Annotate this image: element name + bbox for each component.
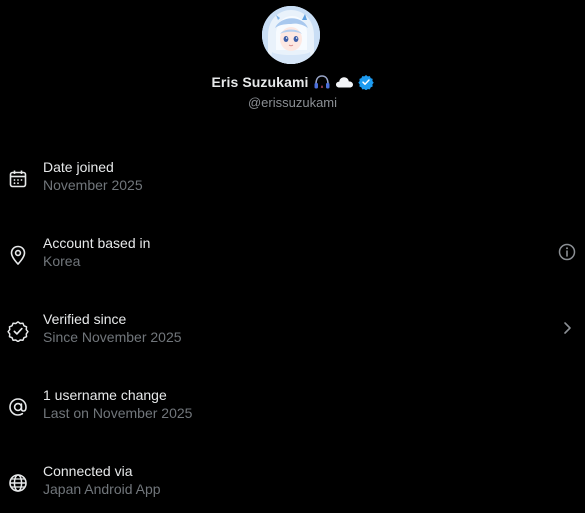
info-row-date-joined: Date joined November 2025 [0,159,585,209]
row-title: Connected via [43,463,133,479]
verified-check-icon [7,320,29,342]
row-subtitle: Japan Android App [43,481,161,497]
info-row-account-based-in: Account based in Korea [0,235,585,285]
headphones-emoji-icon [313,74,331,90]
row-title: Verified since [43,311,127,327]
location-pin-icon [7,244,29,266]
info-row-verified-since[interactable]: Verified since Since November 2025 [0,311,585,361]
row-subtitle: Last on November 2025 [43,405,193,421]
info-icon[interactable] [557,242,577,262]
name-row: Eris Suzukami [0,72,585,92]
info-row-username-change: 1 username change Last on November 2025 [0,387,585,437]
avatar[interactable] [262,6,320,64]
row-title: 1 username change [43,387,167,403]
at-sign-icon [7,396,29,418]
row-title: Account based in [43,235,151,251]
display-name[interactable]: Eris Suzukami [211,74,308,90]
row-subtitle: November 2025 [43,177,143,193]
info-row-connected-via: Connected via Japan Android App [0,463,585,513]
chevron-right-icon[interactable] [557,318,577,338]
username-handle: @erissuzukami [247,95,338,110]
row-subtitle: Korea [43,253,81,269]
verified-badge-icon[interactable] [357,74,374,90]
cloud-emoji-icon [335,75,354,89]
globe-icon [7,472,29,494]
row-subtitle: Since November 2025 [43,329,182,345]
row-title: Date joined [43,159,114,175]
calendar-icon [7,168,29,190]
